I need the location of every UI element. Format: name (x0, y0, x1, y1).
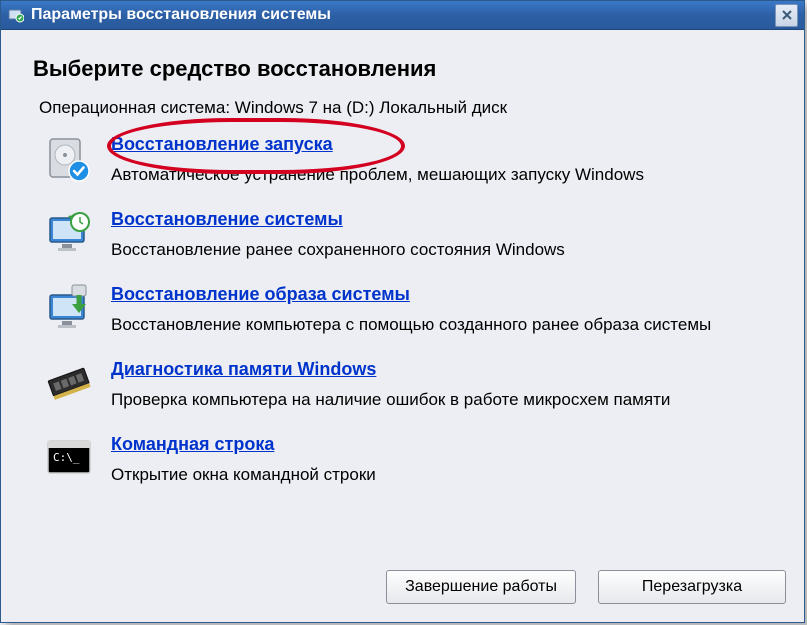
startup-repair-link[interactable]: Восстановление запуска (111, 134, 333, 155)
command-prompt-link[interactable]: Командная строка (111, 434, 274, 455)
shutdown-button[interactable]: Завершение работы (386, 570, 576, 604)
memory-diagnostic-desc: Проверка компьютера на наличие ошибок в … (111, 390, 776, 410)
startup-repair-desc: Автоматическое устранение проблем, мешаю… (111, 165, 776, 185)
tool-startup-repair: Восстановление запуска Автоматическое ус… (43, 132, 776, 185)
button-bar: Завершение работы Перезагрузка (1, 562, 804, 622)
tool-list: Восстановление запуска Автоматическое ус… (43, 132, 776, 485)
system-restore-link[interactable]: Восстановление системы (111, 209, 343, 230)
command-prompt-icon: C:\_ (43, 432, 95, 484)
window-icon (7, 6, 25, 24)
window-title: Параметры восстановления системы (31, 6, 331, 24)
tool-memory-diagnostic: Диагностика памяти Windows Проверка комп… (43, 357, 776, 410)
hard-drive-check-icon (43, 132, 95, 184)
image-recovery-desc: Восстановление компьютера с помощью созд… (111, 315, 776, 335)
image-recovery-link[interactable]: Восстановление образа системы (111, 284, 410, 305)
command-prompt-desc: Открытие окна командной строки (111, 465, 776, 485)
close-button[interactable] (775, 4, 798, 27)
restart-button[interactable]: Перезагрузка (598, 570, 786, 604)
titlebar: Параметры восстановления системы (1, 1, 804, 30)
page-heading: Выберите средство восстановления (33, 56, 776, 82)
recovery-options-window: Параметры восстановления системы Выберит… (0, 0, 805, 623)
system-restore-desc: Восстановление ранее сохраненного состоя… (111, 240, 776, 260)
memory-diagnostic-link[interactable]: Диагностика памяти Windows (111, 359, 376, 380)
monitor-download-icon (43, 282, 95, 334)
tool-system-restore: Восстановление системы Восстановление ра… (43, 207, 776, 260)
memory-chip-icon (43, 357, 95, 409)
monitor-clock-icon (43, 207, 95, 259)
content-area: Выберите средство восстановления Операци… (1, 30, 804, 562)
svg-text:C:\_: C:\_ (53, 451, 80, 464)
tool-command-prompt: C:\_ Командная строка Открытие окна кома… (43, 432, 776, 485)
tool-image-recovery: Восстановление образа системы Восстановл… (43, 282, 776, 335)
os-info-line: Операционная система: Windows 7 на (D:) … (39, 98, 776, 118)
